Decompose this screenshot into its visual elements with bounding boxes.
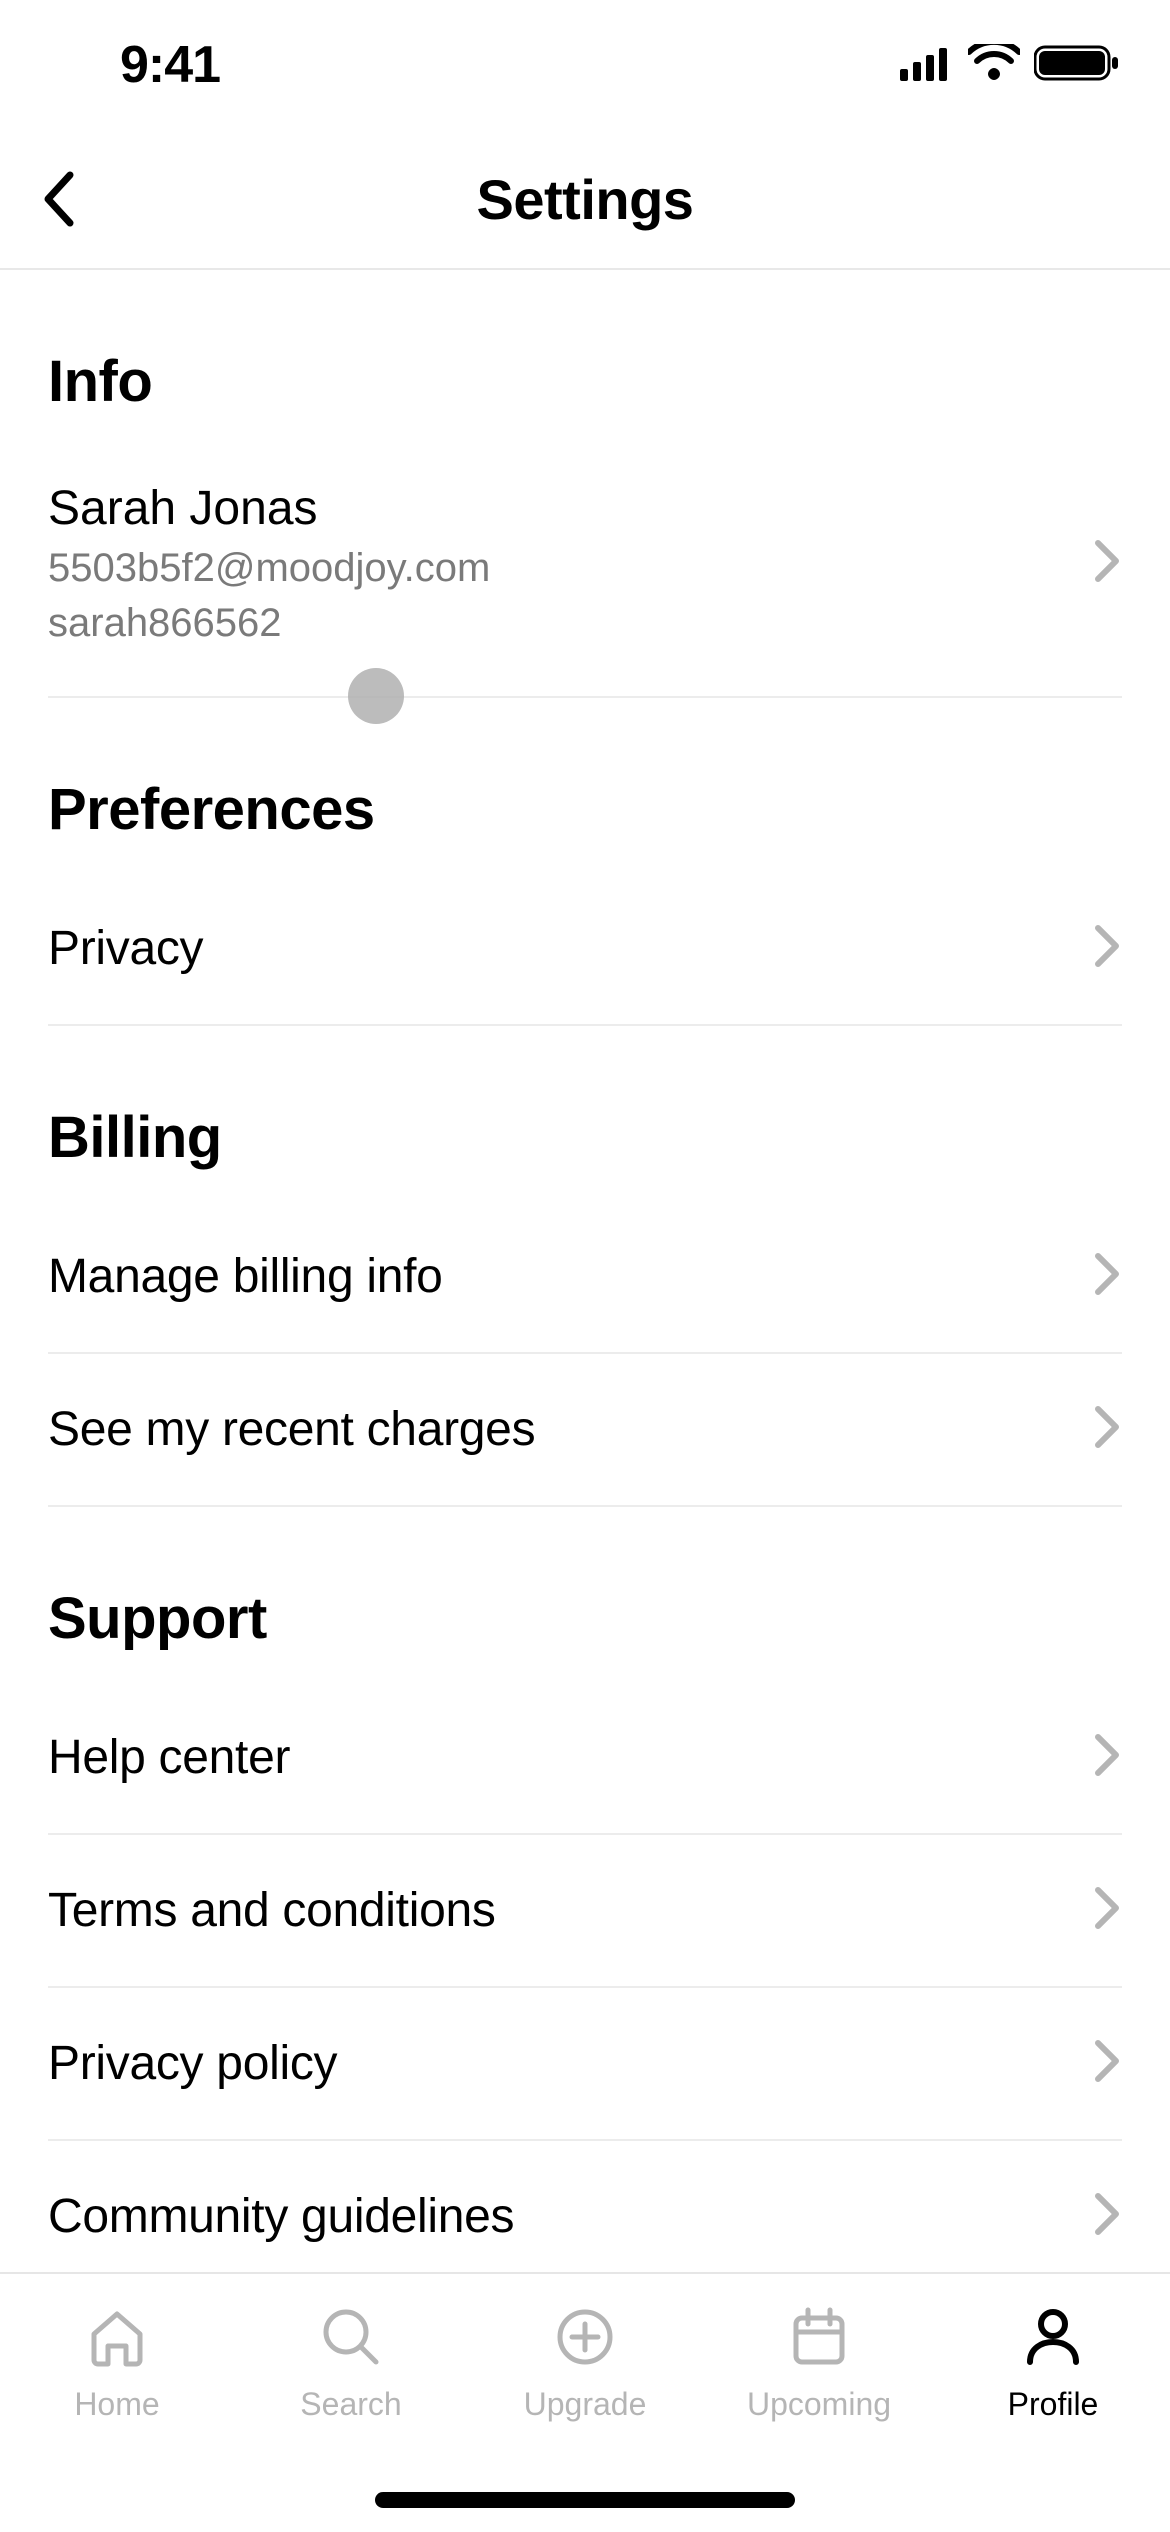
- battery-icon: [1034, 43, 1120, 88]
- chevron-right-icon: [1094, 1405, 1122, 1454]
- tab-label: Search: [300, 2386, 401, 2423]
- row-label: Privacy policy: [48, 2036, 337, 2091]
- tab-label: Upcoming: [747, 2386, 891, 2423]
- row-terms[interactable]: Terms and conditions: [48, 1835, 1122, 1988]
- status-time: 9:41: [120, 35, 220, 95]
- chevron-right-icon: [1094, 539, 1122, 588]
- section-title-preferences: Preferences: [48, 776, 1122, 843]
- chevron-right-icon: [1094, 924, 1122, 973]
- section-title-support: Support: [48, 1585, 1122, 1652]
- row-manage-billing[interactable]: Manage billing info: [48, 1201, 1122, 1354]
- search-icon: [316, 2302, 386, 2372]
- touch-indicator: [348, 668, 404, 724]
- account-name: Sarah Jonas: [48, 481, 490, 536]
- top-nav: Settings: [0, 130, 1170, 270]
- tab-label: Profile: [1008, 2386, 1099, 2423]
- plus-circle-icon: [550, 2302, 620, 2372]
- row-recent-charges[interactable]: See my recent charges: [48, 1354, 1122, 1507]
- chevron-right-icon: [1094, 2039, 1122, 2088]
- chevron-right-icon: [1094, 1886, 1122, 1935]
- row-label: See my recent charges: [48, 1402, 535, 1457]
- row-privacy[interactable]: Privacy: [48, 873, 1122, 1026]
- section-title-billing: Billing: [48, 1104, 1122, 1171]
- settings-content: Info Sarah Jonas 5503b5f2@moodjoy.com sa…: [0, 348, 1170, 2292]
- page-title: Settings: [477, 167, 694, 232]
- tab-bar: Home Search Upgrade Upcoming Profile: [0, 2272, 1170, 2532]
- row-label: Terms and conditions: [48, 1883, 496, 1938]
- back-button[interactable]: [30, 169, 90, 229]
- chevron-left-icon: [40, 169, 80, 229]
- home-indicator: [375, 2492, 795, 2508]
- status-icons: [900, 43, 1120, 88]
- row-label: Community guidelines: [48, 2189, 514, 2244]
- row-account-info[interactable]: Sarah Jonas 5503b5f2@moodjoy.com sarah86…: [48, 445, 1122, 698]
- row-community-guidelines[interactable]: Community guidelines: [48, 2141, 1122, 2292]
- chevron-right-icon: [1094, 2192, 1122, 2241]
- tab-profile[interactable]: Profile: [936, 2302, 1170, 2532]
- profile-icon: [1018, 2302, 1088, 2372]
- row-help-center[interactable]: Help center: [48, 1682, 1122, 1835]
- tab-home[interactable]: Home: [0, 2302, 234, 2532]
- row-label: Privacy: [48, 921, 203, 976]
- chevron-right-icon: [1094, 1733, 1122, 1782]
- section-title-info: Info: [48, 348, 1122, 415]
- wifi-icon: [968, 44, 1020, 87]
- chevron-right-icon: [1094, 1252, 1122, 1301]
- account-username: sarah866562: [48, 601, 490, 646]
- account-email: 5503b5f2@moodjoy.com: [48, 546, 490, 591]
- cellular-icon: [900, 45, 954, 86]
- row-label: Manage billing info: [48, 1249, 443, 1304]
- calendar-icon: [784, 2302, 854, 2372]
- home-icon: [82, 2302, 152, 2372]
- row-label: Help center: [48, 1730, 290, 1785]
- tab-label: Home: [74, 2386, 159, 2423]
- row-privacy-policy[interactable]: Privacy policy: [48, 1988, 1122, 2141]
- status-bar: 9:41: [0, 0, 1170, 130]
- tab-label: Upgrade: [524, 2386, 647, 2423]
